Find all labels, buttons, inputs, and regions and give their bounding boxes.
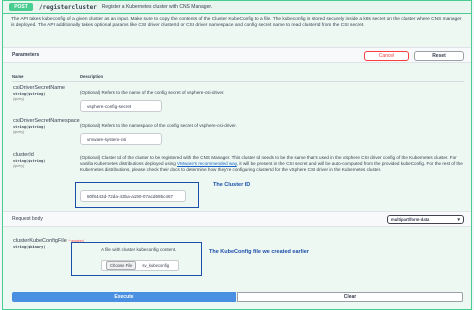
- clear-button[interactable]: Clear: [237, 292, 463, 302]
- csi-driver-secret-namespace-input[interactable]: vmware-system-csi: [80, 133, 162, 145]
- param-name: csiDriverSecretName: [13, 85, 65, 91]
- recommended-way-link[interactable]: VMware's recommended way: [177, 161, 237, 166]
- column-divider: [12, 81, 464, 82]
- param-location: (query): [13, 97, 25, 101]
- column-header-description: Description: [80, 74, 104, 79]
- execute-button[interactable]: Execute: [12, 292, 236, 302]
- kubeconfig-highlight-box: [71, 242, 202, 276]
- chevron-down-icon: ▾: [457, 217, 460, 223]
- kubeconfig-annotation: The KubeConfig file we created earlier: [209, 249, 309, 255]
- operation-header[interactable]: POST /registercluster Register a Kuberne…: [3, 1, 471, 14]
- param-description: (Optional) Cluster Id of the cluster to …: [80, 155, 464, 173]
- operation-description: The API takes kubeconfig of a given clus…: [11, 17, 462, 28]
- param-csi-driver-secret-name: csiDriverSecretName string($string) (que…: [13, 85, 73, 102]
- cluster-id-annotation: The Cluster ID: [213, 182, 251, 188]
- operation-panel: POST /registercluster Register a Kuberne…: [2, 0, 472, 310]
- cluster-id-highlight-box: [75, 182, 199, 208]
- endpoint-summary: Register a Kubernetes cluster with CNS M…: [101, 4, 213, 10]
- endpoint-path: /registercluster: [39, 3, 97, 11]
- param-cluster-id: clusterId string($string) (query): [13, 152, 73, 169]
- request-body-bar: Request body multipart/form-data ▾: [3, 211, 471, 227]
- content-type-value: multipart/form-data: [391, 217, 430, 222]
- content-type-select[interactable]: multipart/form-data ▾: [387, 215, 464, 224]
- method-badge: POST: [9, 3, 33, 11]
- csi-driver-secret-name-input[interactable]: vsphere-config-secret: [80, 100, 162, 112]
- param-location: (query): [13, 130, 25, 134]
- parameters-title: Parameters: [12, 52, 40, 58]
- param-csi-driver-secret-namespace: csiDriverSecretNamespace string($string)…: [13, 118, 80, 135]
- parameters-bar: Parameters Cancel Reset: [3, 47, 471, 63]
- param-description: (Optional) Refers to the name of the con…: [80, 90, 225, 95]
- param-name: csiDriverSecretNamespace: [13, 118, 80, 124]
- reset-button[interactable]: Reset: [414, 51, 464, 61]
- param-location: (query): [13, 164, 25, 168]
- request-body-title: Request body: [12, 216, 43, 222]
- column-header-name: Name: [12, 74, 24, 79]
- param-description: (Optional) Refers to the namespace of th…: [80, 123, 237, 128]
- field-name: clusterKubeConfigFile: [13, 238, 67, 244]
- param-name: clusterId: [13, 152, 34, 158]
- cancel-button[interactable]: Cancel: [364, 51, 409, 61]
